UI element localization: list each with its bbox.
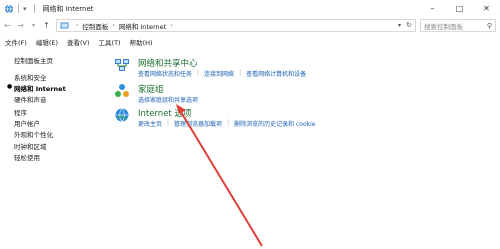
- maximize-button[interactable]: □: [446, 0, 473, 17]
- section-links-internet-options: 更改主页 | 管理浏览器加载项 | 删除浏览的历史记录和 cookie: [138, 119, 315, 128]
- internet-options-icon: [114, 107, 130, 123]
- section-title-network-sharing[interactable]: 网络和共享中心: [138, 57, 198, 69]
- menu-view[interactable]: 查看(V): [67, 37, 90, 47]
- sidebar-home-link[interactable]: 控制面板主页: [14, 55, 53, 65]
- title-bar: ▾ 网络和 Internet – □ ✕: [0, 0, 500, 17]
- window-controls: – □ ✕: [419, 0, 500, 17]
- link-connect-to-network[interactable]: 连接到网络: [204, 69, 234, 78]
- menu-help[interactable]: 帮助(H): [130, 37, 153, 47]
- title-separator-2: [33, 4, 35, 13]
- breadcrumb-chevron-icon: ›: [112, 22, 115, 29]
- link-manage-addons[interactable]: 管理浏览器加载项: [174, 119, 222, 128]
- sidebar-item-programs[interactable]: 程序: [14, 107, 27, 117]
- forward-arrow-icon[interactable]: →: [15, 20, 26, 31]
- sidebar-item-hardware-sound[interactable]: 硬件和声音: [14, 94, 47, 104]
- close-button[interactable]: ✕: [473, 0, 500, 17]
- breadcrumb-network-internet[interactable]: 网络和 Internet: [119, 21, 166, 31]
- section-title-internet-options[interactable]: Internet 选项: [138, 107, 191, 119]
- back-arrow-icon[interactable]: ←: [2, 20, 13, 31]
- sidebar-item-user-accounts[interactable]: 用户帐户: [14, 118, 40, 128]
- sidebar-item-ease-of-access[interactable]: 轻松使用: [14, 152, 40, 162]
- current-location-bullet-icon: ●: [7, 83, 13, 90]
- link-delete-history-cookies[interactable]: 删除浏览的历史记录和 cookie: [234, 119, 315, 128]
- link-divider: |: [167, 119, 170, 126]
- navigation-bar: ← → ▾ ↑ › 控制面板 › 网络和 Internet › ▾ ↻ 搜索控制…: [0, 17, 500, 34]
- breadcrumb-chevron-icon: ›: [76, 22, 79, 29]
- link-view-network-computers[interactable]: 查看网络计算机和设备: [246, 69, 306, 78]
- menu-bar: 文件(F) 编辑(E) 查看(V) 工具(T) 帮助(H): [0, 36, 500, 47]
- control-panel-icon: [60, 21, 69, 30]
- link-change-home-page[interactable]: 更改主页: [138, 119, 162, 128]
- address-bar[interactable]: › 控制面板 › 网络和 Internet › ▾ ↻: [56, 19, 416, 32]
- title-separator: [18, 4, 19, 13]
- menu-file[interactable]: 文件(F): [5, 37, 27, 47]
- section-links-network-sharing: 查看网络状态和任务 | 连接到网络 | 查看网络计算机和设备: [138, 69, 306, 78]
- section-title-homegroup[interactable]: 家庭组: [138, 83, 164, 95]
- network-app-icon: [3, 3, 14, 14]
- sidebar-item-appearance[interactable]: 外观和个性化: [14, 129, 53, 139]
- breadcrumb-control-panel[interactable]: 控制面板: [82, 21, 108, 31]
- search-icon[interactable]: ⚲: [487, 22, 492, 30]
- annotation-arrow-shaft: [180, 111, 263, 247]
- homegroup-icon: [114, 83, 130, 99]
- sidebar: 控制面板主页 系统和安全 ● 网络和 Internet 硬件和声音 程序 用户帐…: [0, 48, 108, 249]
- sidebar-item-clock-region[interactable]: 时钟和区域: [14, 141, 47, 151]
- section-links-homegroup: 选择家庭组和共享选项: [138, 95, 198, 104]
- minimize-button[interactable]: –: [419, 0, 446, 17]
- link-choose-homegroup-options[interactable]: 选择家庭组和共享选项: [138, 95, 198, 104]
- link-divider: |: [227, 119, 230, 126]
- menu-edit[interactable]: 编辑(E): [36, 37, 58, 47]
- refresh-icon[interactable]: ↻: [406, 21, 412, 29]
- search-input[interactable]: 搜索控制面板 ⚲: [420, 19, 496, 32]
- link-divider: |: [239, 69, 242, 76]
- link-view-network-status[interactable]: 查看网络状态和任务: [138, 69, 192, 78]
- search-placeholder: 搜索控制面板: [424, 22, 463, 31]
- window-title: 网络和 Internet: [42, 4, 94, 13]
- link-divider: |: [197, 69, 200, 76]
- recent-dropdown-icon[interactable]: ▾: [28, 20, 39, 31]
- address-dropdown-icon[interactable]: ▾: [398, 22, 401, 29]
- menu-tools[interactable]: 工具(T): [99, 37, 121, 47]
- up-arrow-icon[interactable]: ↑: [41, 20, 52, 31]
- quick-access-dropdown-icon[interactable]: ▾: [23, 5, 27, 13]
- breadcrumb-chevron-icon: ›: [170, 22, 173, 29]
- sidebar-item-network-internet[interactable]: 网络和 Internet: [14, 83, 66, 93]
- network-sharing-center-icon: [114, 57, 130, 73]
- sidebar-item-system-security[interactable]: 系统和安全: [14, 72, 47, 82]
